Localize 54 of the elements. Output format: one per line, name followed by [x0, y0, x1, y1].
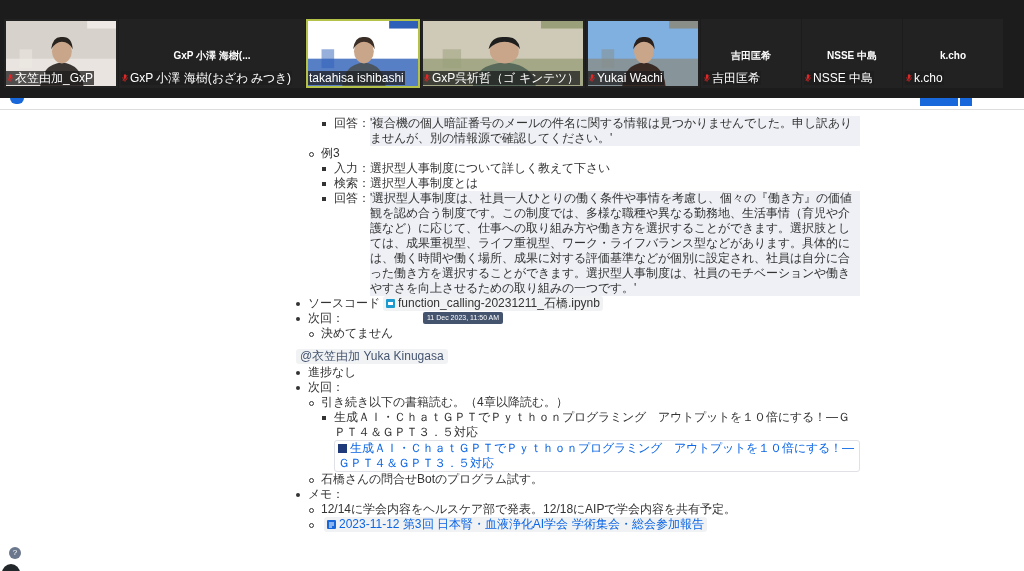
list-item-text: メモ：	[308, 487, 344, 501]
participant-tile[interactable]: GxP 小澤 海樹(... GxP 小澤 海樹(おざわ みつき)	[119, 19, 305, 88]
participant-label: takahisa ishibashi	[309, 71, 404, 85]
file-icon	[386, 299, 395, 308]
list-item-text: 検索：選択型人事制度とは	[334, 176, 478, 190]
bullet-icon	[296, 386, 300, 390]
book-link[interactable]: 生成ＡＩ・ＣｈａｔＧＰＴでＰｙｔｈｏｎプログラミング アウトプットを１０倍にする！―ＧＰＴ４＆ＧＰＴ３．５対応	[334, 440, 860, 472]
participant-label: NSSE 中島	[813, 71, 873, 85]
bullet-icon	[322, 197, 326, 201]
help-button[interactable]: ?	[9, 547, 21, 559]
participant-tile[interactable]: Yukai Wachi	[586, 19, 700, 88]
page-icon	[327, 520, 336, 529]
bullet-icon	[322, 167, 326, 171]
list-item-text: 石橋さんの問合せBotのプログラム試す。	[321, 472, 543, 486]
book-icon	[338, 444, 347, 453]
list-item-text: ソースコード	[308, 296, 380, 310]
participant-tile[interactable]: GxP呉祈哲（ゴ キンテツ）	[421, 19, 585, 88]
quoted-answer: '複合機の個人暗証番号のメールの件名に関する情報は見つかりませんでした。申し訳ありませんが、別の情報源で確認してください。'	[370, 116, 860, 146]
list-item-text: 回答：	[334, 191, 370, 207]
list-item-text: 回答：	[334, 116, 370, 132]
list-item-text: 次回：	[308, 380, 344, 394]
participant-label: GxP 小澤 海樹(おざわ みつき)	[130, 71, 292, 85]
list-item-text: 引き続き以下の書籍読む。（4章以降読む。）	[321, 395, 568, 409]
participant-tile[interactable]: 吉田匡希 吉田匡希	[701, 19, 801, 88]
participant-tile[interactable]: k.cho k.cho	[903, 19, 1003, 88]
participant-tile[interactable]: 衣笠由加_GxP	[4, 19, 118, 88]
participant-name: GxP 小澤 海樹(...	[172, 49, 252, 63]
list-item-text: 進捗なし	[308, 365, 356, 379]
participant-tile[interactable]: NSSE 中島 NSSE 中島	[802, 19, 902, 88]
participant-tile[interactable]: takahisa ishibashi	[306, 19, 420, 88]
participant-label: Yukai Wachi	[597, 71, 663, 85]
page-link[interactable]: 2023-11-12 第3回 日本腎・血液浄化AI学会 学術集会・総会参加報告	[324, 517, 707, 532]
participant-name: k.cho	[938, 49, 968, 63]
bullet-icon	[296, 371, 300, 375]
participant-name: NSSE 中島	[826, 49, 878, 63]
bullet-icon	[296, 317, 300, 321]
participant-label: 衣笠由加_GxP	[15, 71, 93, 85]
bullet-icon	[322, 182, 326, 186]
list-item-text: 次回：	[308, 311, 344, 325]
list-item-text: 12/14に学会内容をヘルスケア部で発表。12/18にAIPで学会内容を共有予定。	[321, 502, 737, 516]
list-item-text: 決めてません	[321, 326, 393, 340]
logo-icon[interactable]	[10, 98, 24, 104]
bullet-icon	[296, 493, 300, 497]
participant-label: GxP呉祈哲（ゴ キンテツ）	[432, 71, 579, 85]
list-item-text: 例3	[321, 146, 340, 160]
participant-label: k.cho	[914, 71, 943, 85]
participant-name: 吉田匡希	[730, 49, 772, 63]
bullet-icon	[322, 122, 326, 126]
participant-label: 吉田匡希	[712, 71, 760, 85]
bullet-icon	[322, 416, 326, 420]
bullet-icon	[296, 302, 300, 306]
list-item-text: 生成ＡＩ・ＣｈａｔＧＰＴでＰｙｔｈｏｎプログラミング アウトプットを１０倍にする！―ＧＰＴ４＆ＧＰＴ３．５対応	[334, 410, 850, 439]
user-mention[interactable]: @衣笠由加 Yuka Kinugasa	[296, 349, 448, 364]
list-item-text: 入力：選択型人事制度について詳しく教えて下さい	[334, 161, 610, 175]
